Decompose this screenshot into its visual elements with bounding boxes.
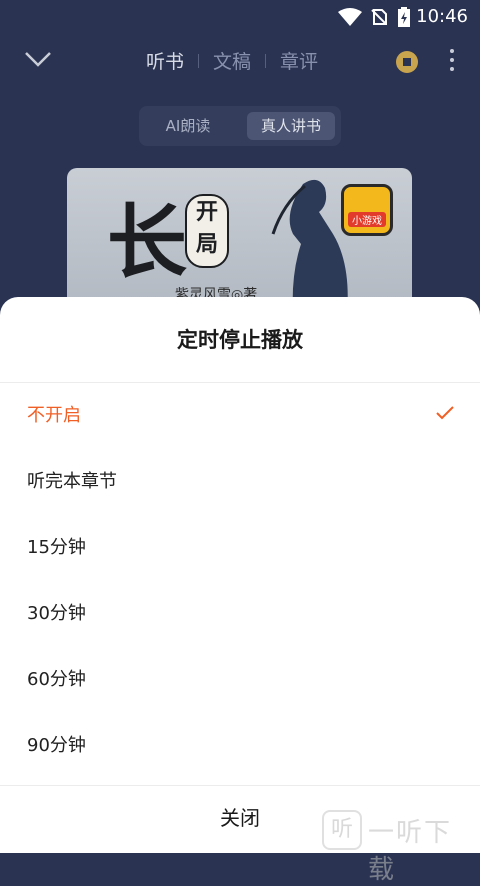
option-end-of-chapter[interactable]: 听完本章节 (0, 449, 480, 515)
book-cover: 长 开局 紫灵风雪◎著 小游戏 (67, 168, 412, 308)
option-label: 听完本章节 (27, 471, 117, 492)
coin-icon[interactable] (396, 51, 418, 73)
sleep-timer-sheet: 定时停止播放 不开启 听完本章节 15分钟 30分钟 60分钟 90分钟 关闭 (0, 297, 480, 853)
wifi-icon (338, 8, 362, 26)
chevron-down-icon[interactable] (24, 50, 52, 68)
tab-divider (198, 53, 200, 68)
check-icon (436, 406, 454, 420)
mini-game-label: 小游戏 (348, 212, 386, 227)
cover-title-small: 开局 (185, 194, 229, 268)
no-sim-icon (371, 9, 387, 25)
option-60-min[interactable]: 60分钟 (0, 647, 480, 713)
battery-charging-icon (398, 7, 410, 27)
tab-transcript[interactable]: 文稿 (213, 47, 251, 74)
option-label: 30分钟 (27, 603, 86, 624)
option-label: 不开启 (27, 405, 81, 426)
mini-game-badge[interactable]: 小游戏 (341, 184, 393, 236)
sheet-title: 定时停止播放 (177, 328, 303, 352)
watermark-logo: 听 (322, 810, 362, 850)
tab-comments[interactable]: 章评 (280, 47, 318, 74)
status-time: 10:46 (416, 6, 468, 27)
option-90-min[interactable]: 90分钟 (0, 713, 480, 779)
header-tabs: 听书 文稿 章评 (146, 47, 318, 74)
tab-listen[interactable]: 听书 (146, 47, 184, 74)
watermark: 听 一听下载 (318, 808, 478, 885)
ai-read-option[interactable]: AI朗读 (151, 112, 225, 140)
voice-toggle: AI朗读 真人讲书 (139, 106, 341, 146)
status-bar: 10:46 (0, 0, 480, 34)
player-header: 听书 文稿 章评 (0, 34, 480, 90)
option-label: 90分钟 (27, 735, 86, 756)
cover-title-main: 长 (107, 195, 187, 289)
option-off[interactable]: 不开启 (0, 383, 480, 449)
more-options-icon[interactable] (450, 49, 454, 76)
tab-divider (265, 53, 267, 68)
option-30-min[interactable]: 30分钟 (0, 581, 480, 647)
human-read-option[interactable]: 真人讲书 (247, 112, 335, 140)
option-label: 60分钟 (27, 669, 86, 690)
option-label: 15分钟 (27, 537, 86, 558)
watermark-text: 一听下载 (368, 818, 453, 885)
option-15-min[interactable]: 15分钟 (0, 515, 480, 581)
